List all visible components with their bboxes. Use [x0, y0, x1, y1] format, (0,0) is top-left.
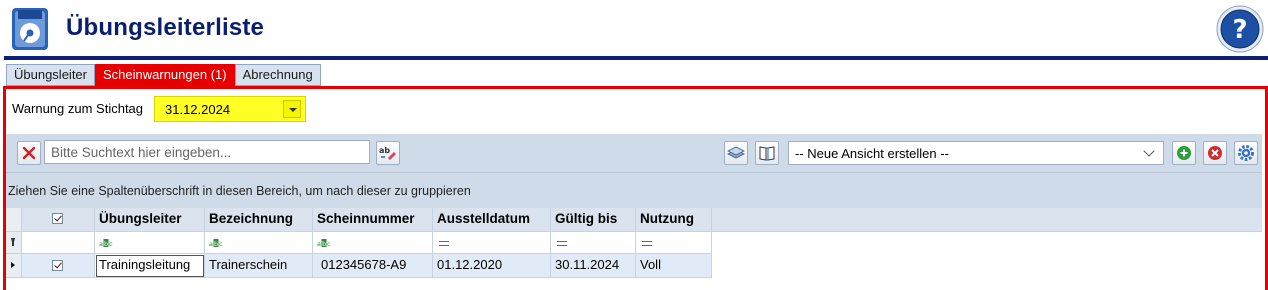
pin-icon: [11, 238, 15, 246]
question-icon[interactable]: ?: [1216, 5, 1264, 53]
filter-cell-uebungsleiter[interactable]: abc: [95, 232, 205, 254]
column-header-uebungsleiter[interactable]: Übungsleiter: [95, 208, 205, 232]
text-filter-icon[interactable]: abc: [317, 238, 331, 248]
svg-text:a: a: [209, 240, 213, 248]
tab-abrechnung[interactable]: Abrechnung: [234, 64, 321, 86]
svg-text:b: b: [214, 240, 218, 248]
book-button[interactable]: [755, 141, 779, 165]
svg-text:c: c: [327, 240, 331, 248]
tab-scheinwarnungen[interactable]: Scheinwarnungen (1): [95, 64, 235, 86]
stichtag-date-field[interactable]: 31.12.2024: [154, 96, 306, 122]
svg-text:b: b: [104, 240, 108, 248]
select-all-cell[interactable]: [22, 208, 95, 232]
filter-cell-nutzung[interactable]: [636, 232, 712, 254]
tab-uebungsleiter[interactable]: Übungsleiter: [6, 64, 95, 86]
table-cell-gueltig-bis[interactable]: 30.11.2024: [551, 254, 636, 278]
header-filler: [712, 208, 1262, 232]
table-cell-scheinnummer[interactable]: 012345678-A9: [313, 254, 433, 278]
delete-icon: [1208, 146, 1222, 160]
filter-cell-scheinnummer[interactable]: abc: [313, 232, 433, 254]
row-checkbox[interactable]: [52, 260, 63, 271]
settings-button[interactable]: [1234, 141, 1258, 165]
svg-text:?: ?: [1232, 15, 1247, 45]
chevron-down-icon: [1143, 145, 1155, 157]
table-cell-ausstelldatum[interactable]: 01.12.2020: [433, 254, 551, 278]
filter-cell-bezeichnung[interactable]: abc: [205, 232, 313, 254]
svg-text:a: a: [99, 240, 103, 248]
text-filter-icon[interactable]: abc: [99, 238, 113, 248]
column-header-gueltig-bis[interactable]: Gültig bis: [551, 208, 636, 232]
select-all-checkbox[interactable]: [52, 213, 63, 224]
row-indicator-header: [6, 208, 22, 232]
stichtag-date-value: 31.12.2024: [165, 102, 231, 117]
filter-row-indicator: [6, 232, 22, 254]
view-select[interactable]: -- Neue Ansicht erstellen --: [788, 141, 1164, 165]
svg-text:a: a: [317, 240, 321, 248]
spellcheck-button[interactable]: ab: [376, 141, 400, 165]
table-row-checkbox-cell[interactable]: [22, 254, 95, 278]
clear-search-button[interactable]: [17, 141, 41, 165]
stichtag-label: Warnung zum Stichtag: [12, 101, 144, 116]
layers-icon: [727, 146, 745, 159]
view-select-value: -- Neue Ansicht erstellen --: [795, 146, 949, 161]
layers-button[interactable]: [724, 141, 748, 165]
filter-cell-ausstelldatum[interactable]: [433, 232, 551, 254]
book-icon: [759, 146, 775, 161]
header-divider: [4, 56, 1268, 60]
filter-cell-gueltig-bis[interactable]: [551, 232, 636, 254]
group-by-area[interactable]: Ziehen Sie eine Spaltenüberschrift in di…: [6, 172, 1262, 208]
add-view-button[interactable]: [1172, 141, 1196, 165]
filter-cell-select: [22, 232, 95, 254]
column-header-ausstelldatum[interactable]: Ausstelldatum: [433, 208, 551, 232]
svg-text:b: b: [322, 240, 326, 248]
svg-text:c: c: [219, 240, 223, 248]
tab-bar: Übungsleiter Scheinwarnungen (1) Abrechn…: [6, 64, 321, 86]
plus-icon: [1177, 146, 1191, 160]
table-cell-uebungsleiter[interactable]: Trainingsleitung: [95, 254, 205, 278]
spellcheck-icon: ab: [379, 146, 396, 160]
close-icon: [22, 146, 36, 160]
column-header-nutzung[interactable]: Nutzung: [636, 208, 712, 232]
page-title: Übungsleiterliste: [66, 14, 265, 41]
text-filter-icon[interactable]: abc: [209, 238, 223, 248]
disk-icon: [12, 8, 48, 50]
row-indicator[interactable]: [6, 254, 22, 278]
table-cell-bezeichnung[interactable]: Trainerschein: [205, 254, 313, 278]
group-by-hint: Ziehen Sie eine Spaltenüberschrift in di…: [8, 184, 471, 198]
svg-text:c: c: [109, 240, 113, 248]
gear-icon: [1238, 145, 1254, 161]
table-cell-nutzung[interactable]: Voll: [636, 254, 712, 278]
equals-filter-icon[interactable]: [439, 241, 449, 246]
current-row-arrow-icon: [11, 262, 15, 268]
svg-text:ab: ab: [379, 146, 390, 155]
column-header-scheinnummer[interactable]: Scheinnummer: [313, 208, 433, 232]
header: Übungsleiterliste ?: [0, 0, 1268, 56]
delete-view-button[interactable]: [1203, 141, 1227, 165]
equals-filter-icon[interactable]: [557, 241, 567, 246]
column-header-bezeichnung[interactable]: Bezeichnung: [205, 208, 313, 232]
chevron-down-icon[interactable]: [283, 100, 301, 118]
search-input[interactable]: [44, 140, 370, 164]
equals-filter-icon[interactable]: [642, 241, 652, 246]
